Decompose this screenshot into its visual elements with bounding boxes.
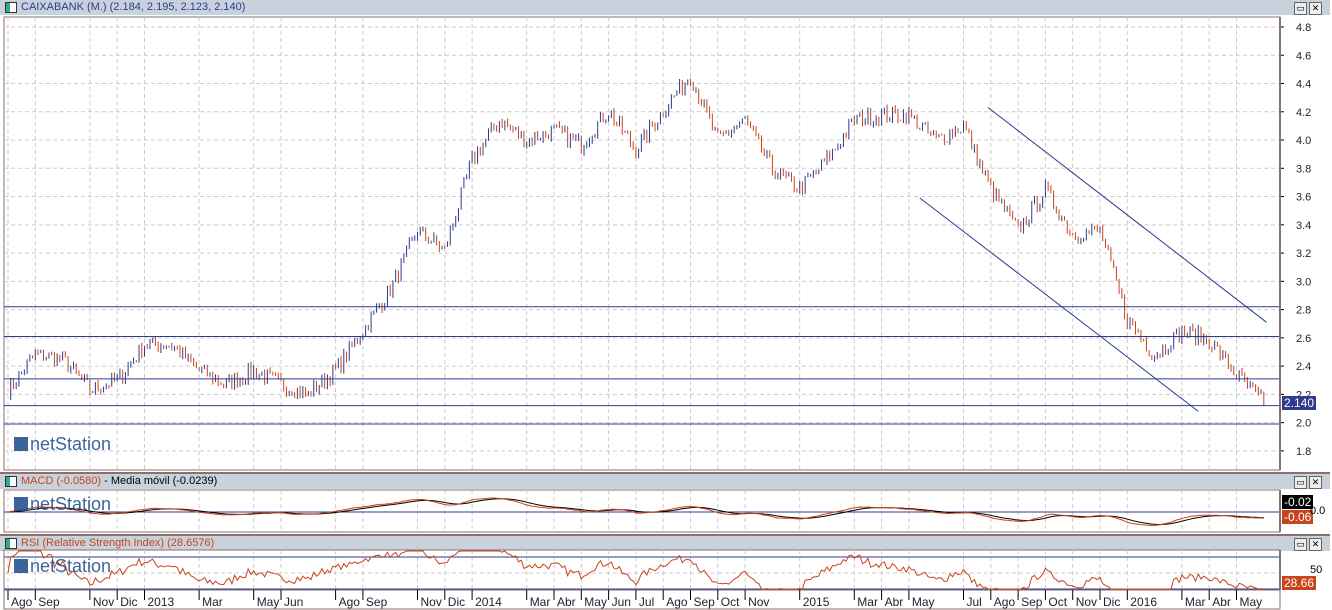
x-tick-label: Ago [11, 595, 33, 609]
plot-area [3, 16, 1281, 471]
rsi-panel: RSI (Relative Strength Index) (28.6576) … [0, 534, 1332, 610]
y-tick-label: 4.6 [1296, 50, 1311, 62]
x-tick-label: Dic [448, 595, 465, 609]
x-tick-label: 2013 [148, 595, 175, 609]
x-tick-label: Mar [857, 595, 878, 609]
x-tick-label: 2016 [1130, 595, 1157, 609]
y-tick-label: 4.2 [1296, 107, 1311, 119]
netstation-logo: netStation [14, 494, 111, 515]
x-tick-label: Mar [530, 595, 551, 609]
y-tick-label: 3.2 [1296, 248, 1311, 260]
x-tick-label: Sep [366, 595, 388, 609]
x-tick-label: Oct [1048, 595, 1067, 609]
x-tick-label: Ago [994, 595, 1016, 609]
y-tick-label: 3.4 [1296, 220, 1311, 232]
x-tick-label: Sep [38, 595, 60, 609]
y-tick-label: 3.8 [1296, 163, 1311, 175]
y-tick-label: 1.8 [1296, 446, 1311, 458]
x-tick-label: 2015 [803, 595, 830, 609]
netstation-logo: netStation [14, 434, 111, 455]
x-tick-label: Sep [694, 595, 716, 609]
x-tick-label: Dic [120, 595, 137, 609]
price-chart[interactable]: 1.82.02.22.42.62.83.03.23.43.63.84.04.24… [0, 0, 1332, 472]
macd-zero-label: 0.0 [1310, 505, 1326, 517]
x-tick-label: Abr [557, 595, 576, 609]
x-tick-label: Nov [748, 595, 769, 609]
x-tick-label: Abr [885, 595, 904, 609]
x-tick-label: Jun [284, 595, 303, 609]
last-price-label: 2.140 [1282, 396, 1317, 410]
x-tick-label: May [584, 595, 607, 609]
netstation-logo: netStation [14, 556, 111, 577]
y-tick-label: 2.6 [1296, 333, 1311, 345]
y-tick-label: 2.8 [1296, 305, 1311, 317]
x-tick-label: Dic [1103, 595, 1120, 609]
x-tick-label: Sep [1021, 595, 1043, 609]
x-tick-label: Jul [639, 595, 654, 609]
x-tick-label: Abr [1212, 595, 1231, 609]
plot-area [3, 549, 1281, 591]
x-tick-label: May [912, 595, 935, 609]
rsi-chart[interactable]: Ago Sep Nov Dic 2013 Mar May Jun Ago Sep Nov Dic 201… [0, 534, 1332, 610]
x-tick-label: Nov [421, 595, 442, 609]
x-tick-label: Jul [967, 595, 982, 609]
x-tick-label: Mar [1185, 595, 1206, 609]
rsi-50-label: 50 [1310, 564, 1323, 576]
x-tick-label: Ago [339, 595, 361, 609]
macd-panel: MACD (-0.0580) - Media móvil (-0.0239) ▭… [0, 472, 1332, 534]
macd-value: -0.06 [1282, 510, 1314, 524]
y-tick-label: 4.4 [1296, 79, 1311, 91]
x-tick-label: Ago [666, 595, 688, 609]
x-tick-label: May [257, 595, 280, 609]
x-tick-label: Oct [721, 595, 740, 609]
y-tick-label: 2.0 [1296, 418, 1311, 430]
x-tick-label: Jun [612, 595, 631, 609]
macd-chart[interactable] [0, 472, 1332, 534]
rsi-value: 28.66 [1282, 576, 1317, 590]
x-tick-label: 2014 [475, 595, 502, 609]
x-tick-label: Mar [202, 595, 223, 609]
signal-value: -0.02 [1282, 495, 1314, 509]
y-tick-label: 3.6 [1296, 192, 1311, 204]
x-tick-label: Nov [93, 595, 114, 609]
y-tick-label: 2.4 [1296, 361, 1311, 373]
plot-area [3, 489, 1281, 533]
y-tick-label: 4.8 [1296, 22, 1311, 34]
y-tick-label: 4.0 [1296, 135, 1311, 147]
x-tick-label: Nov [1076, 595, 1097, 609]
y-tick-label: 3.0 [1296, 276, 1311, 288]
price-panel: CAIXABANK (M.) (2.184, 2.195, 2.123, 2.1… [0, 0, 1332, 472]
x-tick-label: May [1240, 595, 1263, 609]
